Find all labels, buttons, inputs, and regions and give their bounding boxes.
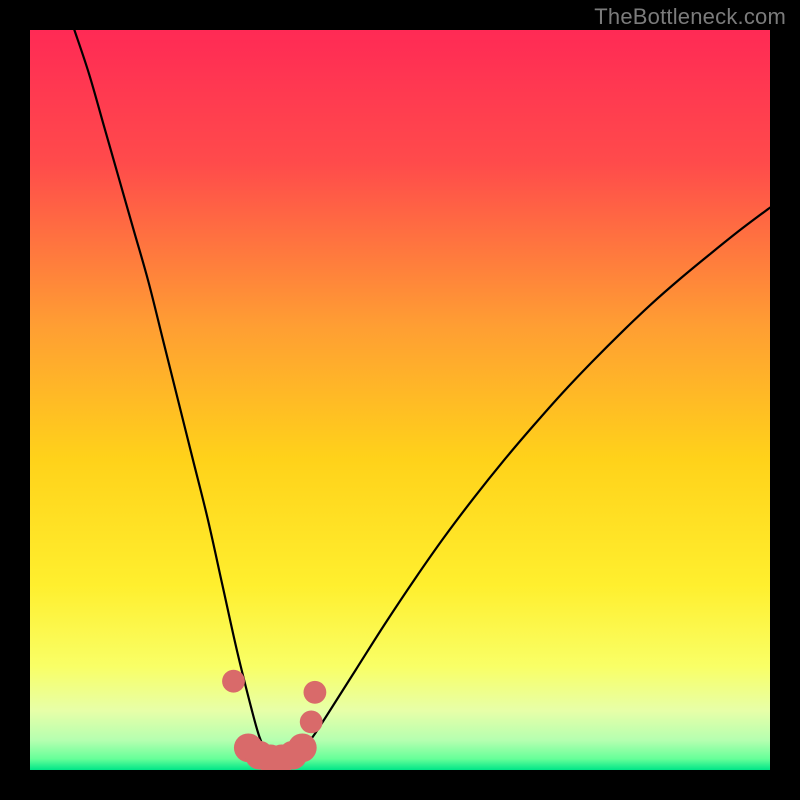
bottleneck-plot	[30, 30, 770, 770]
curve-marker	[304, 681, 327, 704]
plot-background	[30, 30, 770, 770]
chart-container: TheBottleneck.com	[0, 0, 800, 800]
curve-marker	[222, 670, 245, 693]
curve-marker	[288, 733, 317, 762]
attribution-label: TheBottleneck.com	[594, 4, 786, 30]
curve-marker	[300, 711, 323, 734]
